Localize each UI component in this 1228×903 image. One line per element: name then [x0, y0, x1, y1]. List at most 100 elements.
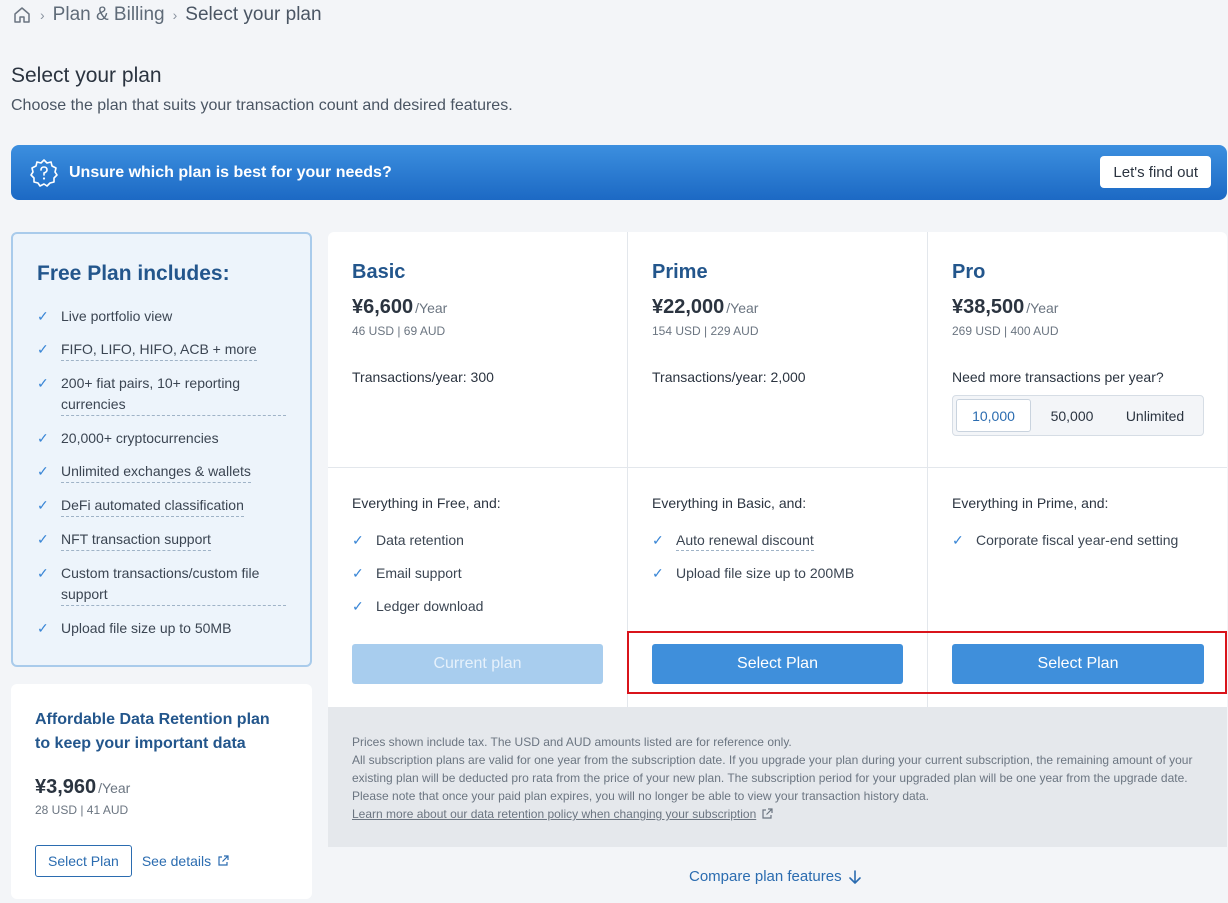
learn-more-link[interactable]: Learn more about our data retention poli…	[352, 805, 773, 823]
feature-label: Upload file size up to 200MB	[676, 565, 855, 581]
page-subtitle: Choose the plan that suits your transact…	[11, 97, 513, 114]
plan-includes-heading: Everything in Prime, and:	[952, 495, 1109, 511]
feature-label: 20,000+ cryptocurrencies	[61, 430, 219, 446]
external-link-icon	[218, 855, 229, 866]
home-icon[interactable]	[12, 5, 32, 25]
plan-price: ¥38,500 /Year	[952, 296, 1058, 319]
check-icon: ✓	[652, 565, 664, 581]
feature-label: Email support	[376, 565, 462, 581]
check-icon: ✓	[37, 620, 49, 636]
feature-label[interactable]: DeFi automated classification	[61, 495, 244, 517]
list-item: ✓ Auto renewal discount	[652, 530, 854, 563]
question-badge-icon	[30, 158, 58, 187]
breadcrumb: › Plan & Billing › Select your plan	[12, 3, 322, 27]
check-icon: ✓	[37, 463, 49, 479]
check-icon: ✓	[37, 531, 49, 547]
price-period: /Year	[98, 780, 131, 796]
notes-line-1: Prices shown include tax. The USD and AU…	[352, 735, 792, 749]
price-conversion: 46 USD | 69 AUD	[352, 324, 446, 338]
plan-includes-heading: Everything in Free, and:	[352, 495, 501, 511]
list-item: ✓ 200+ fiat pairs, 10+ reporting currenci…	[37, 373, 286, 416]
feature-label: Live portfolio view	[61, 308, 173, 324]
check-icon: ✓	[352, 565, 364, 581]
divider	[328, 467, 1227, 468]
notes-line-2: All subscription plans are valid for one…	[352, 753, 1193, 803]
plan-transactions: Transactions/year: 2,000	[652, 369, 806, 385]
data-retention-card: Affordable Data Retention plan to keep y…	[11, 684, 312, 899]
tier-option-10000[interactable]: 10,000	[956, 399, 1031, 432]
pricing-notes: Prices shown include tax. The USD and AU…	[328, 707, 1227, 847]
feature-label: Ledger download	[376, 598, 484, 614]
check-icon: ✓	[37, 497, 49, 513]
check-icon: ✓	[37, 308, 49, 324]
price-period: /Year	[1026, 300, 1059, 316]
list-item: ✓ DeFi automated classification	[37, 495, 286, 517]
price-period: /Year	[415, 300, 448, 316]
feature-label[interactable]: Custom transactions/custom file support	[61, 563, 286, 606]
plan-transactions: Transactions/year: 300	[352, 369, 494, 385]
price-conversion: 28 USD | 41 AUD	[35, 803, 129, 817]
plan-feature-list: ✓ Data retention ✓ Email support ✓ Ledger d…	[352, 530, 483, 629]
see-details-link[interactable]: See details	[142, 853, 229, 869]
list-item: ✓ Email support	[352, 563, 483, 596]
plan-price: ¥22,000 /Year	[652, 296, 758, 319]
free-plan-card: Free Plan includes: ✓ Live portfolio view…	[11, 232, 312, 667]
feature-label[interactable]: Unlimited exchanges & wallets	[61, 461, 251, 483]
prime-select-plan-button[interactable]: Select Plan	[652, 644, 903, 684]
data-retention-select-button[interactable]: Select Plan	[35, 845, 132, 877]
list-item: ✓ Ledger download	[352, 596, 483, 629]
plan-name: Prime	[652, 261, 708, 283]
check-icon: ✓	[352, 598, 364, 614]
plan-name: Pro	[952, 261, 986, 283]
plans-panel: Basic ¥6,600 /Year 46 USD | 69 AUD Trans…	[328, 232, 1227, 707]
breadcrumb-current: Select your plan	[185, 4, 322, 25]
breadcrumb-separator: ›	[172, 7, 178, 23]
compare-plan-features-link[interactable]: Compare plan features	[689, 868, 862, 885]
price-period: /Year	[726, 300, 759, 316]
help-banner: Unsure which plan is best for your needs…	[11, 145, 1227, 200]
plan-feature-list: ✓ Corporate fiscal year-end setting	[952, 530, 1178, 563]
tier-option-unlimited[interactable]: Unlimited	[1113, 399, 1197, 432]
tier-option-50000[interactable]: 50,000	[1031, 399, 1113, 432]
lets-find-out-button[interactable]: Let's find out	[1100, 156, 1211, 188]
list-item: ✓ 20,000+ cryptocurrencies	[37, 428, 286, 449]
feature-label[interactable]: 200+ fiat pairs, 10+ reporting currencie…	[61, 373, 286, 416]
price-amount: ¥38,500	[952, 296, 1025, 318]
banner-text: Unsure which plan is best for your needs…	[69, 163, 392, 181]
price-amount: ¥6,600	[352, 296, 414, 318]
plan-feature-list: ✓ Auto renewal discount ✓ Upload file size…	[652, 530, 854, 596]
plan-prime: Prime ¥22,000 /Year 154 USD | 229 AUD Tr…	[627, 232, 927, 707]
plan-name: Basic	[352, 261, 406, 283]
feature-label[interactable]: FIFO, LIFO, HIFO, ACB + more	[61, 339, 257, 361]
check-icon: ✓	[652, 532, 664, 548]
feature-label: Upload file size up to 50MB	[61, 620, 232, 636]
feature-label[interactable]: Auto renewal discount	[676, 530, 814, 551]
data-retention-actions: Select Plan See details	[35, 845, 288, 877]
check-icon: ✓	[37, 375, 49, 391]
free-plan-title: Free Plan includes:	[37, 262, 230, 285]
see-details-label: See details	[141, 853, 212, 869]
data-retention-title: Affordable Data Retention plan to keep y…	[35, 711, 270, 752]
list-item: ✓ FIFO, LIFO, HIFO, ACB + more	[37, 339, 286, 361]
plan-transactions-question: Need more transactions per year?	[952, 369, 1164, 385]
feature-label[interactable]: NFT transaction support	[61, 529, 211, 551]
list-item: ✓ Corporate fiscal year-end setting	[952, 530, 1178, 563]
check-icon: ✓	[952, 532, 964, 548]
page-title: Select your plan	[11, 64, 162, 87]
list-item: ✓ Live portfolio view	[37, 306, 286, 327]
check-icon: ✓	[37, 341, 49, 357]
plan-pro: Pro ¥38,500 /Year 269 USD | 400 AUD Need…	[927, 232, 1227, 707]
free-plan-list: ✓ Live portfolio view ✓ FIFO, LIFO, HIFO, …	[37, 306, 286, 639]
list-item: ✓ Upload file size up to 50MB	[37, 618, 286, 639]
arrow-down-icon	[848, 869, 861, 884]
feature-label: Data retention	[376, 532, 464, 548]
price-conversion: 269 USD | 400 AUD	[952, 324, 1059, 338]
pro-select-plan-button[interactable]: Select Plan	[952, 644, 1204, 684]
list-item: ✓ Data retention	[352, 530, 483, 563]
compare-label: Compare plan features	[689, 868, 842, 885]
breadcrumb-plan-billing[interactable]: Plan & Billing	[53, 4, 165, 26]
transaction-tier-selector: 10,000 50,000 Unlimited	[952, 395, 1204, 436]
price-amount: ¥22,000	[652, 296, 725, 318]
feature-label: Corporate fiscal year-end setting	[976, 532, 1179, 548]
check-icon: ✓	[352, 532, 364, 548]
